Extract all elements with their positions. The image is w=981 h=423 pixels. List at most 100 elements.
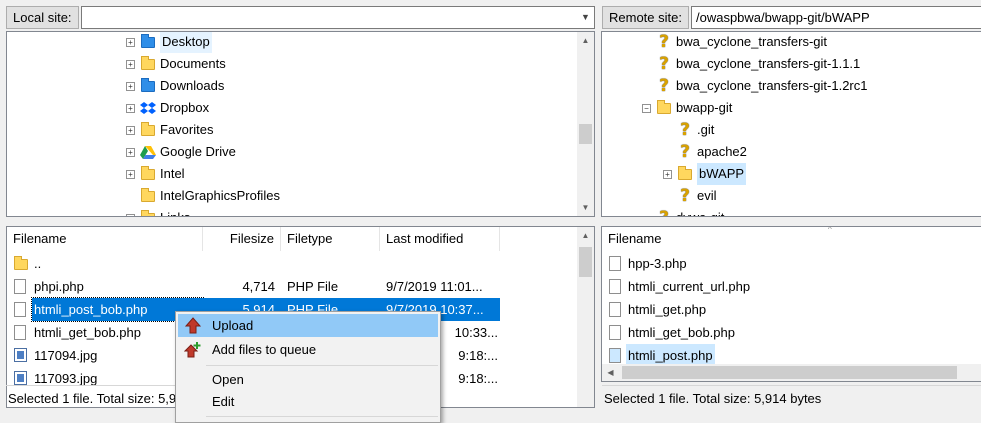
local-tree-item[interactable]: + Downloads <box>126 75 224 97</box>
local-tree-item[interactable]: IntelGraphicsProfiles <box>126 185 280 207</box>
file-row[interactable]: htmli_current_url.php <box>602 275 981 298</box>
remote-status-bar: Selected 1 file. Total size: 5,914 bytes <box>602 385 981 410</box>
menu-item-label: Upload <box>212 318 254 333</box>
remote-site-combo[interactable]: /owaspbwa/bwapp-git/bWAPP <box>690 6 981 29</box>
file-name: 117094.jpg <box>34 348 98 363</box>
tree-item-label: bwa_cyclone_transfers-git-1.1.1 <box>676 56 861 71</box>
tree-item-label: Dropbox <box>160 100 210 115</box>
scroll-thumb[interactable] <box>622 366 957 379</box>
php-file-icon <box>609 348 622 364</box>
local-tree-item[interactable]: + Intel <box>126 163 185 185</box>
expand-icon[interactable]: + <box>126 169 135 179</box>
menu-separator <box>206 416 438 417</box>
remote-file-list[interactable]: Filename ^ hpp-3.php htmli_current_url.ph… <box>601 226 981 382</box>
local-tree-item[interactable]: + Google Drive <box>126 141 236 163</box>
menu-item-add-to-queue[interactable]: Add files to queue <box>178 338 438 361</box>
menu-item-label: Edit <box>212 394 235 409</box>
php-file-icon <box>609 279 622 295</box>
column-filename[interactable]: Filename <box>7 227 203 251</box>
tree-item-label: .git <box>697 122 715 137</box>
remote-tree-item[interactable]: ? bwa_cyclone_transfers-git-1.1.1 <box>656 53 860 75</box>
expand-icon[interactable]: + <box>126 59 135 69</box>
remote-tree-item[interactable]: ? bwa_cyclone_transfers-git-1.2rc1 <box>656 75 867 97</box>
remote-directory-tree[interactable]: ? bwa_cyclone_transfers-git? bwa_cyclone_t… <box>601 31 981 217</box>
unknown-folder-icon: ? <box>680 186 690 206</box>
favorites-folder-icon <box>140 121 156 138</box>
tree-item-label: Downloads <box>160 78 225 93</box>
unknown-folder-icon: ? <box>680 120 690 140</box>
documents-folder-icon <box>140 55 156 72</box>
scroll-up-icon[interactable]: ▲ <box>577 32 594 49</box>
remote-tree-item[interactable]: ? evil <box>677 185 716 207</box>
local-tree-item[interactable]: + Dropbox <box>126 97 209 119</box>
tree-item-label: Links <box>160 207 190 216</box>
file-row[interactable]: htmli_get_bob.php <box>602 321 981 344</box>
file-row[interactable]: htmli_get.php <box>602 298 981 321</box>
file-row[interactable]: .. <box>7 252 577 275</box>
local-status-bar: Selected 1 file. Total size: 5,9 <box>6 385 176 410</box>
file-name: htmli_get.php <box>628 302 707 317</box>
chevron-down-icon[interactable]: ▼ <box>577 7 594 28</box>
file-type: PHP File <box>287 279 339 294</box>
collapse-icon[interactable]: − <box>642 103 651 113</box>
menu-separator <box>206 365 438 366</box>
file-row[interactable]: hpp-3.php <box>602 252 981 275</box>
column-filetype[interactable]: Filetype <box>281 227 380 251</box>
local-tree-item[interactable]: + Favorites <box>126 119 213 141</box>
expand-icon[interactable]: + <box>126 147 135 157</box>
local-site-bar: Local site: ▼ <box>6 4 595 31</box>
file-size: 4,714 <box>242 279 275 294</box>
tree-item-label: Google Drive <box>160 144 236 159</box>
remote-tree-item[interactable]: ? bwa_cyclone_transfers-git <box>656 32 827 53</box>
expand-icon[interactable]: + <box>126 103 135 113</box>
file-name: phpi.php <box>34 279 84 294</box>
file-name: htmli_get_bob.php <box>34 325 141 340</box>
unknown-folder-icon: ? <box>659 32 669 52</box>
scroll-down-icon[interactable]: ▼ <box>577 199 594 216</box>
file-row[interactable]: phpi.php 4,714 PHP File 9/7/2019 11:01... <box>7 275 577 298</box>
local-file-header: Filename Filesize Filetype Last modified <box>7 227 577 251</box>
folder-icon <box>140 209 156 216</box>
remote-site-label: Remote site: <box>602 6 689 29</box>
local-files-scrollbar[interactable]: ▲ <box>577 227 594 407</box>
scroll-up-icon[interactable]: ▲ <box>577 227 594 244</box>
scroll-thumb[interactable] <box>579 124 592 144</box>
remote-files-hscrollbar[interactable]: ◀ <box>602 364 981 381</box>
remote-tree-item[interactable]: + bWAPP <box>663 163 747 185</box>
column-filesize[interactable]: Filesize <box>203 227 281 251</box>
menu-item-upload[interactable]: Upload <box>178 314 438 337</box>
scroll-left-icon[interactable]: ◀ <box>602 364 619 381</box>
local-directory-tree[interactable]: + Desktop + Documents + Downloads + Dropbox + Fav… <box>6 31 595 217</box>
php-file-icon <box>609 325 622 341</box>
expand-icon[interactable]: + <box>126 125 135 135</box>
tree-item-label: bwa_cyclone_transfers-git-1.2rc1 <box>676 78 868 93</box>
expand-icon[interactable]: + <box>126 81 135 91</box>
scroll-thumb[interactable] <box>579 247 592 277</box>
tree-item-label: Intel <box>160 166 185 181</box>
remote-site-path[interactable]: /owaspbwa/bwapp-git/bWAPP <box>696 10 870 25</box>
add-to-queue-icon <box>184 342 201 358</box>
remote-tree-item[interactable]: ? .git <box>677 119 714 141</box>
expand-icon[interactable]: + <box>126 37 135 47</box>
menu-item-edit[interactable]: Edit <box>178 390 438 413</box>
remote-tree-item[interactable]: ? dvwa-git <box>656 207 724 217</box>
upload-arrow-icon <box>184 317 202 334</box>
remote-tree-item[interactable]: ? apache2 <box>677 141 747 163</box>
google-drive-icon <box>140 144 156 160</box>
php-file-icon <box>14 279 27 295</box>
column-last-modified[interactable]: Last modified <box>380 227 500 251</box>
local-tree-item[interactable]: + Desktop <box>126 32 212 53</box>
remote-tree-item[interactable]: − bwapp-git <box>642 97 732 119</box>
menu-item-open[interactable]: Open <box>178 368 438 391</box>
expand-icon[interactable]: + <box>663 169 672 179</box>
file-name: htmli_get_bob.php <box>628 325 735 340</box>
local-tree-scrollbar[interactable]: ▲ ▼ <box>577 32 594 216</box>
local-site-combo[interactable]: ▼ <box>80 6 595 29</box>
menu-item-label: Add files to queue <box>212 342 317 357</box>
local-tree-item[interactable]: + Links <box>126 207 190 216</box>
folder-icon <box>677 165 693 182</box>
unknown-folder-icon: ? <box>680 142 690 162</box>
expand-icon[interactable]: + <box>126 213 135 216</box>
column-filename[interactable]: Filename <box>602 227 981 251</box>
local-tree-item[interactable]: + Documents <box>126 53 226 75</box>
